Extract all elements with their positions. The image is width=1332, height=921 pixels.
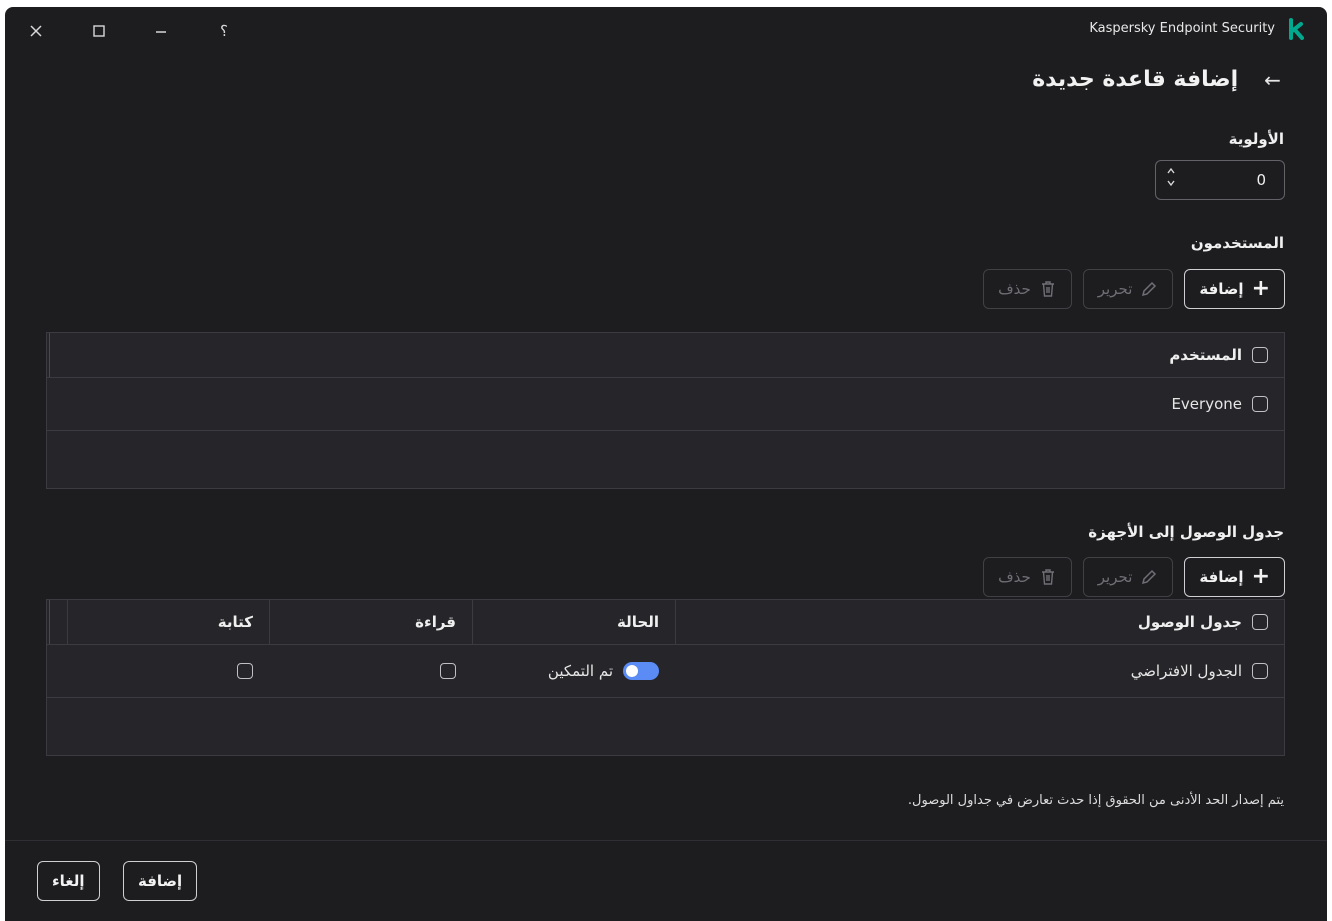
read-header[interactable]: قراءة — [269, 600, 472, 644]
dialog-footer: إضافة إلغاء — [5, 840, 1327, 921]
schedule-name: الجدول الافتراضي — [1130, 662, 1242, 680]
pencil-icon — [1142, 569, 1157, 585]
row-checkbox[interactable] — [1252, 663, 1268, 679]
priority-stepper[interactable]: 0 — [1155, 160, 1285, 200]
plus-icon: + — [1251, 564, 1270, 589]
dialog-window: ؟ Kaspersky Endpoint Security → إضافة قا… — [5, 7, 1327, 921]
trash-icon — [1041, 281, 1054, 297]
users-edit-label: تحرير — [1097, 280, 1133, 298]
access-edit-label: تحرير — [1097, 568, 1133, 586]
write-checkbox[interactable] — [237, 663, 253, 679]
app-title: Kaspersky Endpoint Security — [1089, 21, 1275, 36]
access-edit-button[interactable]: تحرير — [1082, 557, 1174, 597]
users-header-row: المستخدم — [47, 333, 1284, 378]
users-label: المستخدمون — [1190, 234, 1284, 252]
column-resize-handle[interactable] — [49, 333, 50, 377]
row-checkbox[interactable] — [1252, 396, 1268, 412]
back-arrow-icon[interactable]: → — [1264, 68, 1281, 92]
kaspersky-logo — [1288, 18, 1306, 44]
users-add-label: إضافة — [1199, 280, 1244, 298]
priority-value[interactable]: 0 — [1256, 171, 1266, 189]
maximize-icon[interactable] — [88, 20, 110, 42]
schedule-header: جدول الوصول — [675, 600, 1284, 644]
table-empty-row — [47, 698, 1284, 757]
cancel-button[interactable]: إلغاء — [37, 861, 100, 901]
users-row-cell: Everyone — [1155, 378, 1284, 430]
table-row[interactable]: Everyone — [47, 378, 1284, 431]
table-row[interactable]: الجدول الافتراضي تم التمكين — [47, 645, 1284, 698]
column-resize-handle[interactable] — [49, 600, 50, 644]
table-empty-row — [47, 431, 1284, 490]
page-title: إضافة قاعدة جديدة — [1032, 67, 1239, 92]
users-header-cell: المستخدم — [1153, 333, 1284, 377]
users-header-label: المستخدم — [1169, 346, 1242, 364]
user-name: Everyone — [1171, 395, 1242, 413]
priority-label: الأولوية — [1228, 130, 1284, 148]
users-delete-button[interactable]: حذف — [983, 269, 1072, 309]
status-toggle[interactable] — [623, 662, 659, 680]
select-all-schedules-checkbox[interactable] — [1252, 614, 1268, 630]
write-header[interactable]: كتابة — [67, 600, 269, 644]
access-toolbar: + إضافة تحرير حذف — [983, 557, 1285, 597]
plus-icon: + — [1251, 276, 1270, 301]
page-header: → إضافة قاعدة جديدة — [1032, 67, 1281, 92]
status-header[interactable]: الحالة — [472, 600, 675, 644]
schedule-header-label: جدول الوصول — [1137, 613, 1242, 631]
pencil-icon — [1142, 281, 1157, 297]
write-cell — [67, 645, 269, 697]
users-add-button[interactable]: + إضافة — [1184, 269, 1285, 309]
users-toolbar: + إضافة تحرير حذف — [983, 269, 1285, 309]
access-header-row: جدول الوصول الحالة قراءة كتابة — [47, 600, 1284, 645]
trash-icon — [1041, 569, 1054, 585]
close-icon[interactable] — [25, 20, 47, 42]
status-cell: تم التمكين — [472, 645, 675, 697]
access-add-button[interactable]: + إضافة — [1184, 557, 1285, 597]
select-all-users-checkbox[interactable] — [1252, 347, 1268, 363]
users-table: المستخدم Everyone — [46, 332, 1285, 489]
conflict-note: يتم إصدار الحد الأدنى من الحقوق إذا حدث … — [907, 793, 1284, 808]
help-icon[interactable]: ؟ — [213, 20, 235, 42]
read-checkbox[interactable] — [440, 663, 456, 679]
stepper-up-icon[interactable] — [1166, 167, 1176, 175]
users-delete-label: حذف — [998, 280, 1031, 298]
schedule-cell: الجدول الافتراضي — [675, 645, 1284, 697]
footer-add-button[interactable]: إضافة — [123, 861, 198, 901]
access-table-label: جدول الوصول إلى الأجهزة — [1088, 523, 1284, 541]
read-cell — [269, 645, 472, 697]
access-schedule-table: جدول الوصول الحالة قراءة كتابة الجدول ال… — [46, 599, 1285, 756]
stepper-down-icon[interactable] — [1166, 179, 1176, 187]
minimize-icon[interactable] — [150, 20, 172, 42]
access-add-label: إضافة — [1199, 568, 1244, 586]
status-text: تم التمكين — [547, 662, 613, 680]
access-delete-button[interactable]: حذف — [983, 557, 1072, 597]
access-delete-label: حذف — [998, 568, 1031, 586]
users-edit-button[interactable]: تحرير — [1082, 269, 1174, 309]
